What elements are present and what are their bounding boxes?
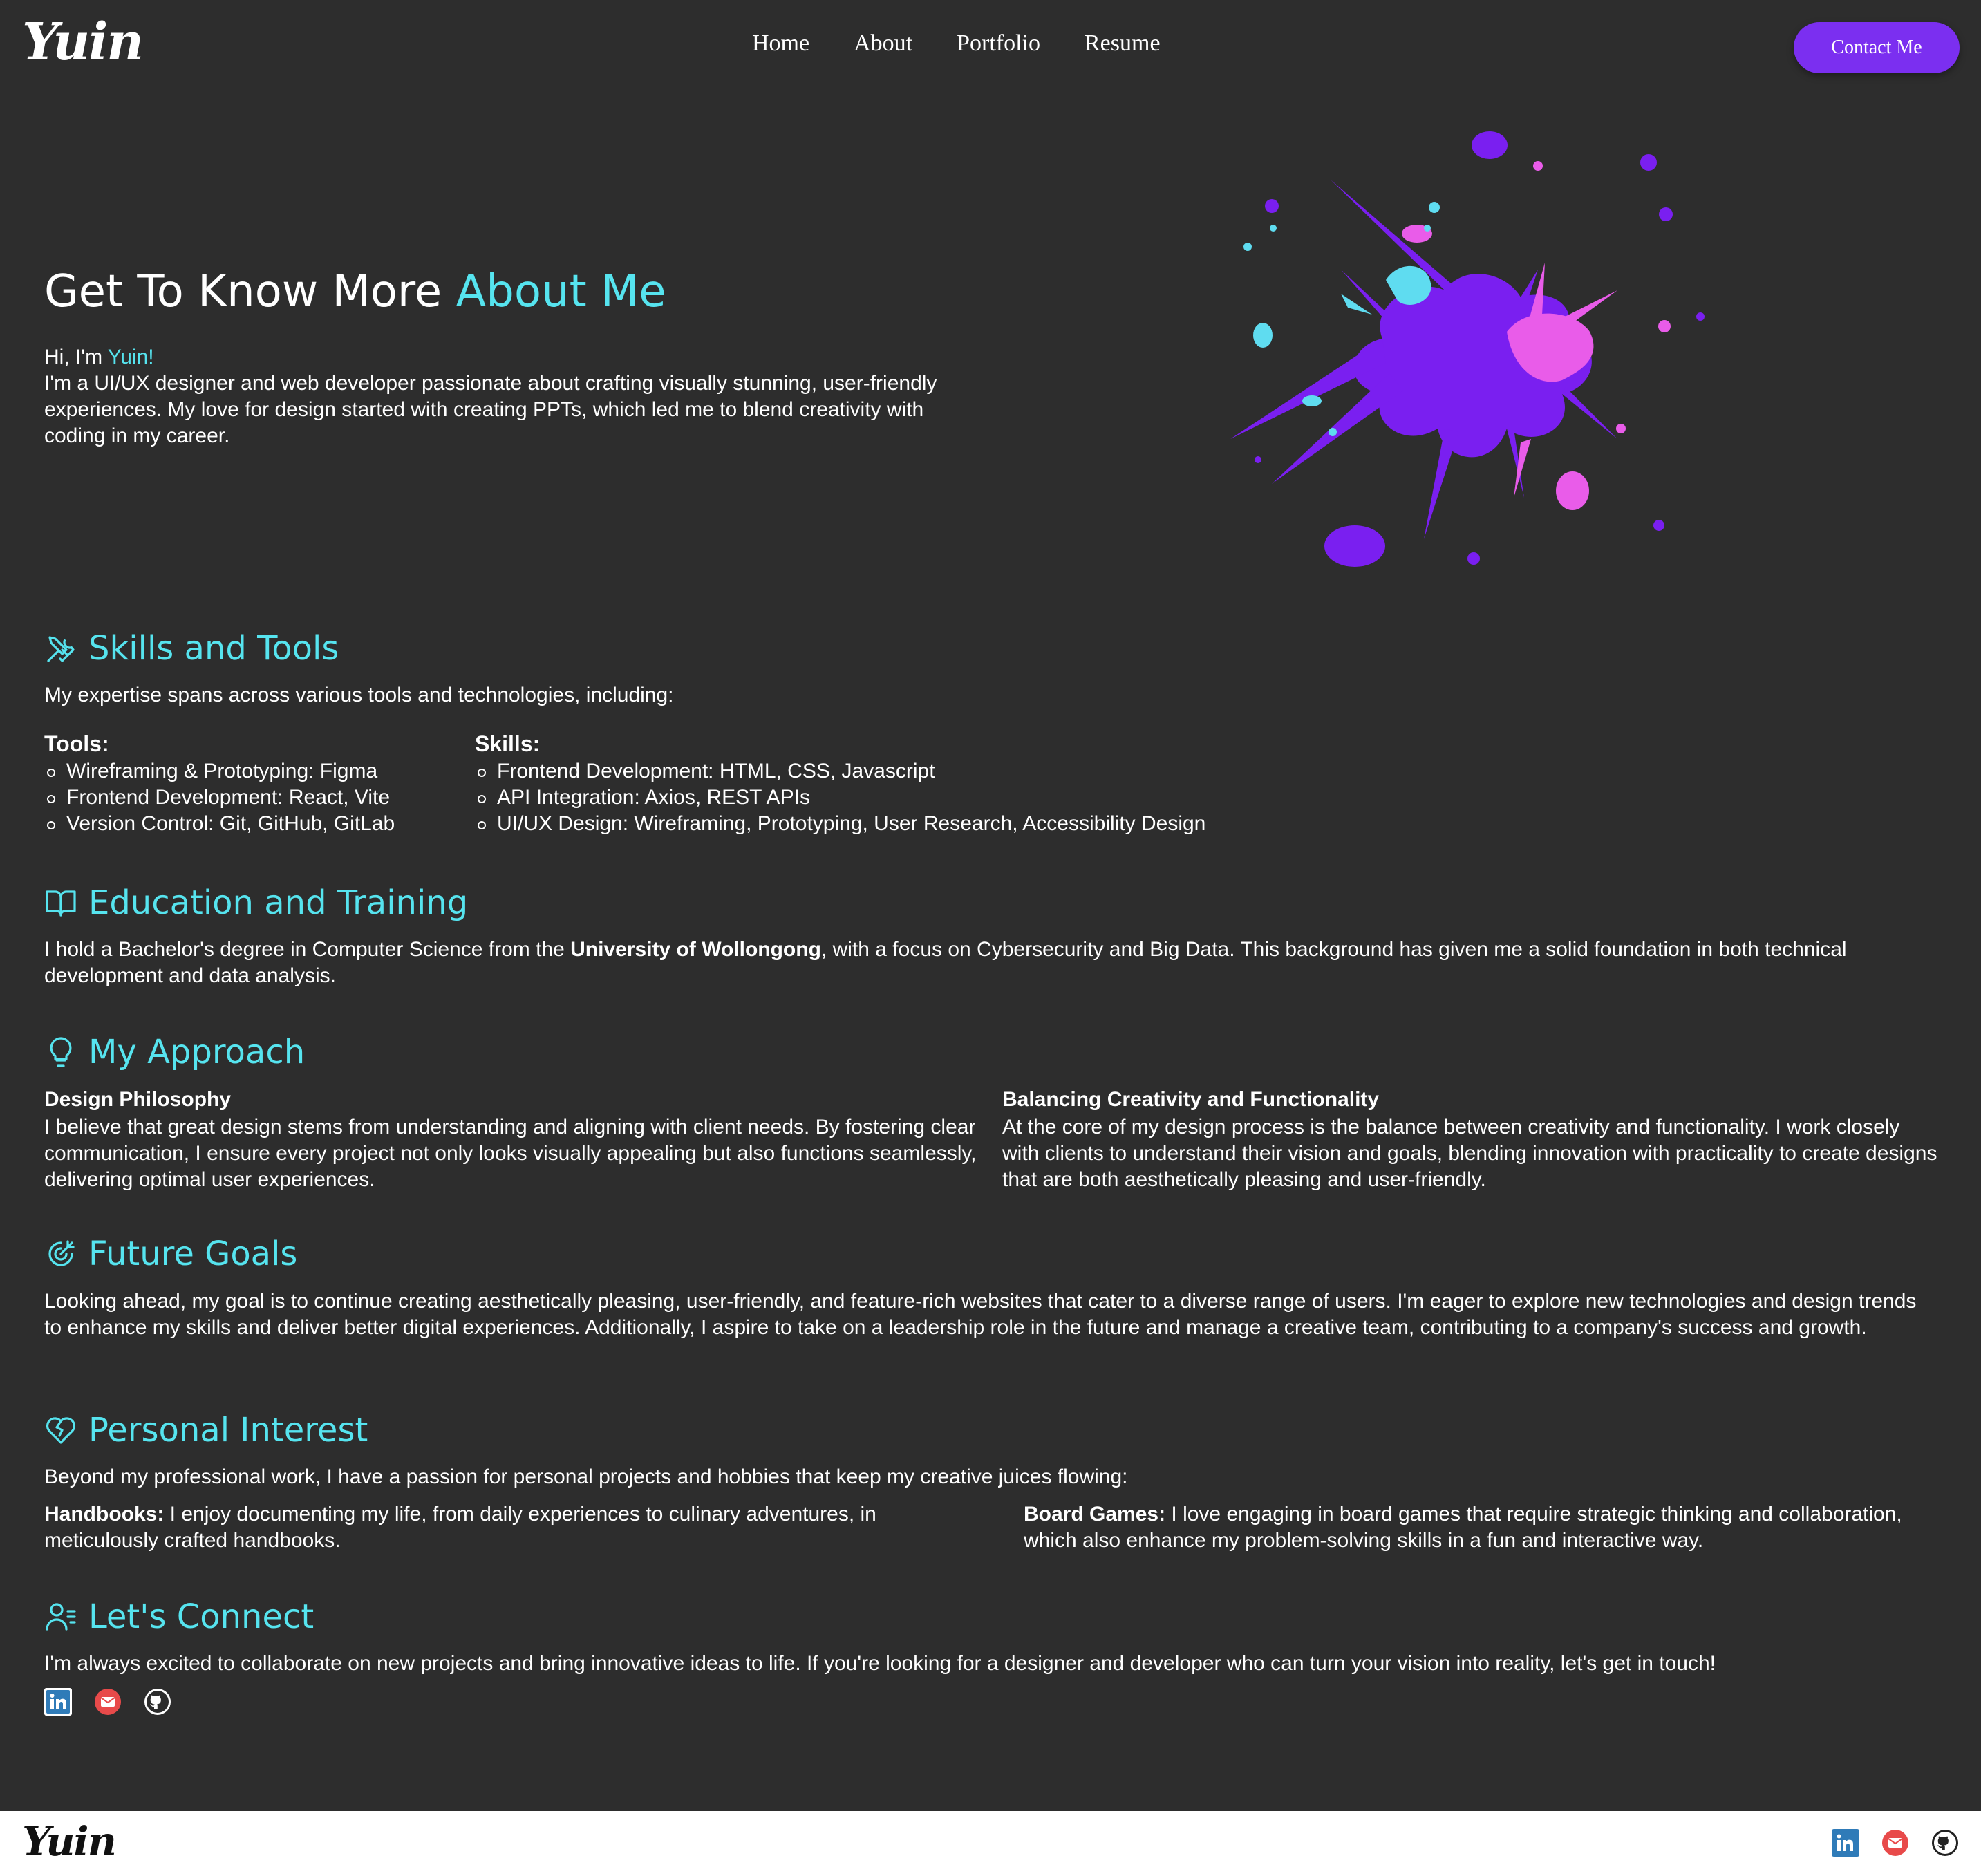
- site-footer: Yuin: [0, 1811, 1981, 1876]
- university-name: University of Wollongong: [570, 938, 821, 961]
- handbooks-text: I enjoy documenting my life, from daily …: [44, 1503, 876, 1552]
- skills-intro: My expertise spans across various tools …: [44, 684, 674, 706]
- site-header: Yuin Home About Portfolio Resume Contact…: [0, 0, 1981, 97]
- nav-home[interactable]: Home: [752, 30, 809, 61]
- design-philosophy: Design Philosophy I believe that great d…: [44, 1087, 991, 1193]
- board-games-label: Board Games:: [1024, 1503, 1166, 1526]
- tools-column: Tools: Wireframing & Prototyping: Figma …: [44, 731, 395, 837]
- list-item: UI/UX Design: Wireframing, Prototyping, …: [475, 811, 1205, 837]
- list-item: API Integration: Axios, REST APIs: [475, 785, 1205, 811]
- goals-title: Future Goals: [44, 1235, 297, 1273]
- greeting-name: Yuin!: [107, 346, 154, 368]
- handbooks-label: Handbooks:: [44, 1503, 165, 1526]
- heart-icon: [46, 1417, 76, 1444]
- interest-title: Personal Interest: [44, 1411, 368, 1450]
- footer-linkedin-graphic: [1832, 1829, 1859, 1857]
- skills-title-text: Skills and Tools: [88, 629, 339, 668]
- interest-intro: Beyond my professional work, I have a pa…: [44, 1465, 1128, 1488]
- greeting-prefix: Hi, I'm: [44, 346, 108, 368]
- logo[interactable]: Yuin: [22, 12, 144, 72]
- balancing-creativity: Balancing Creativity and Functionality A…: [1002, 1087, 1942, 1193]
- footer-logo[interactable]: Yuin: [22, 1818, 117, 1865]
- lightbulb-icon: [50, 1037, 72, 1067]
- goals-title-text: Future Goals: [88, 1235, 298, 1273]
- tools-heading: Tools:: [44, 731, 109, 756]
- list-item: Frontend Development: HTML, CSS, Javascr…: [475, 758, 1205, 785]
- education-title: Education and Training: [44, 883, 468, 922]
- list-item: Wireframing & Prototyping: Figma: [44, 758, 395, 785]
- paint-splash-illustration: [1230, 131, 1705, 567]
- email-icon[interactable]: [94, 1688, 122, 1716]
- nav-resume[interactable]: Resume: [1085, 30, 1161, 61]
- skills-list: Frontend Development: HTML, CSS, Javascr…: [475, 758, 1205, 837]
- nav-about[interactable]: About: [854, 30, 912, 61]
- education-title-text: Education and Training: [88, 883, 469, 922]
- connect-title-text: Let's Connect: [88, 1597, 314, 1636]
- main-nav: Home About Portfolio Resume: [752, 30, 1161, 61]
- interest-title-text: Personal Interest: [88, 1411, 368, 1450]
- skills-column: Skills: Frontend Development: HTML, CSS,…: [475, 731, 1205, 837]
- linkedin-icon[interactable]: [1832, 1829, 1859, 1857]
- social-links: [44, 1688, 171, 1716]
- github-icon[interactable]: [1931, 1829, 1959, 1857]
- linkedin-icon-graphic: [44, 1688, 72, 1716]
- intro-text: I'm a UI/UX designer and web developer p…: [44, 372, 937, 447]
- balancing-creativity-text: At the core of my design process is the …: [1002, 1116, 1937, 1191]
- approach-title: My Approach: [44, 1033, 305, 1071]
- page-title: Get To Know More About Me: [44, 266, 666, 317]
- footer-social-links: [1832, 1829, 1959, 1857]
- education-text-before: I hold a Bachelor's degree in Computer S…: [44, 938, 571, 961]
- list-item: Version Control: Git, GitHub, GitLab: [44, 811, 395, 837]
- contact-me-button[interactable]: Contact Me: [1794, 22, 1960, 73]
- greeting: Hi, I'm Yuin!: [44, 344, 943, 370]
- list-item: Frontend Development: React, Vite: [44, 785, 395, 811]
- tools-icon: [47, 636, 75, 662]
- user-list-icon: [46, 1603, 76, 1631]
- design-philosophy-heading: Design Philosophy: [44, 1088, 232, 1111]
- approach-title-text: My Approach: [88, 1033, 306, 1071]
- linkedin-icon[interactable]: [44, 1688, 72, 1716]
- tools-list: Wireframing & Prototyping: Figma Fronten…: [44, 758, 395, 837]
- handbooks-interest: Handbooks: I enjoy documenting my life, …: [44, 1501, 991, 1554]
- title-accent: About Me: [456, 266, 666, 317]
- nav-portfolio[interactable]: Portfolio: [957, 30, 1040, 61]
- balancing-creativity-heading: Balancing Creativity and Functionality: [1002, 1088, 1380, 1111]
- design-philosophy-text: I believe that great design stems from u…: [44, 1116, 977, 1191]
- footer-email-graphic: [1882, 1830, 1908, 1856]
- connect-title: Let's Connect: [44, 1597, 314, 1636]
- connect-text: I'm always excited to collaborate on new…: [44, 1652, 1716, 1675]
- footer-github-graphic: [1932, 1830, 1958, 1856]
- target-icon: [48, 1240, 75, 1266]
- github-icon[interactable]: [144, 1688, 171, 1716]
- education-text: I hold a Bachelor's degree in Computer S…: [44, 937, 1910, 989]
- hero-intro: Hi, I'm Yuin! I'm a UI/UX designer and w…: [44, 344, 943, 449]
- github-icon-graphic: [144, 1689, 171, 1715]
- email-icon[interactable]: [1881, 1829, 1909, 1857]
- skills-title: Skills and Tools: [44, 629, 339, 668]
- title-prefix: Get To Know More: [44, 266, 456, 317]
- board-games-interest: Board Games: I love engaging in board ga…: [1024, 1501, 1922, 1554]
- goals-text: Looking ahead, my goal is to continue cr…: [44, 1290, 1917, 1339]
- skills-heading: Skills:: [475, 731, 541, 756]
- book-icon: [46, 890, 76, 917]
- email-icon-graphic: [95, 1689, 121, 1715]
